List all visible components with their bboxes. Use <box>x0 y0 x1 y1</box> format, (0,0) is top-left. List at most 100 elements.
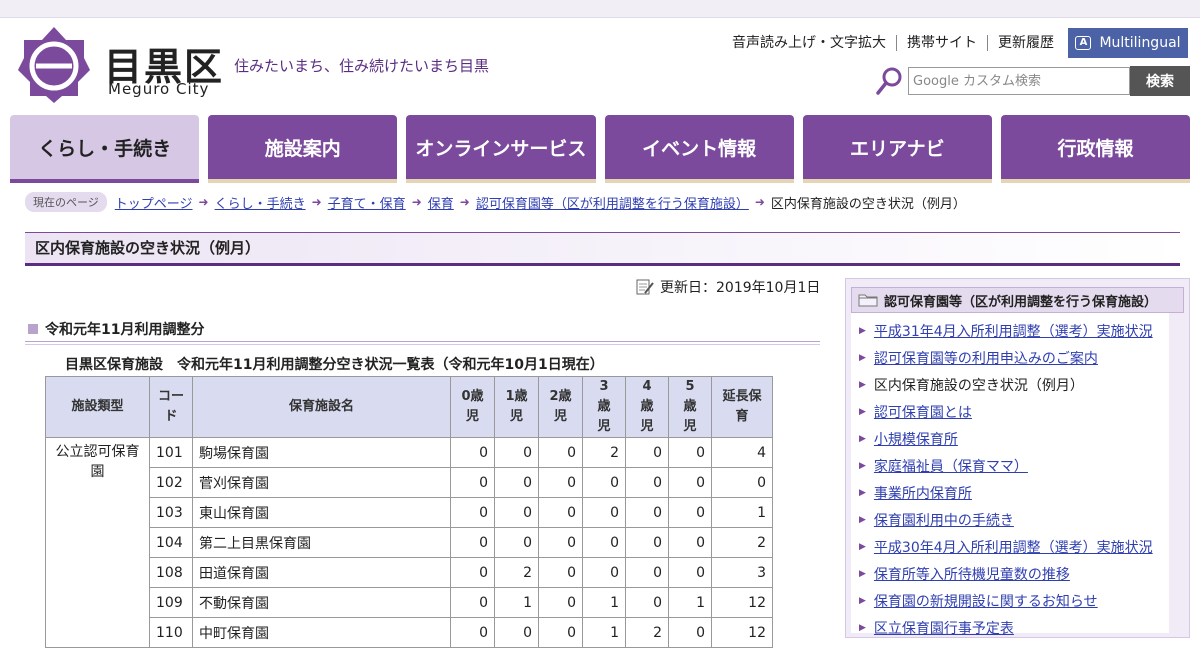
link-voice-text-size[interactable]: 音声読み上げ・文字拡大 <box>722 35 897 51</box>
tab-events[interactable]: イベント情報 <box>604 115 794 183</box>
vacancy-cell: 0 <box>668 497 712 528</box>
vacancy-cell: 0 <box>450 617 495 648</box>
breadcrumb: 現在のページ トップページ ➜ くらし・手続き ➜ 子育て・保育 ➜ 保育 ➜ … <box>25 192 966 212</box>
triangle-bullet-icon: ▶ <box>859 622 866 633</box>
vacancy-cell: 0 <box>538 437 583 468</box>
sidebar-item[interactable]: ▶ 認可保育園等の利用申込みのご案内 <box>851 344 1169 371</box>
code-cell: 102 <box>149 467 193 498</box>
vacancy-cell: 0 <box>450 527 495 558</box>
vacancy-cell: 0 <box>450 587 495 618</box>
search-bar: 検索 <box>874 66 1190 96</box>
vacancy-cell: 0 <box>494 497 539 528</box>
tab-administration[interactable]: 行政情報 <box>1000 115 1191 183</box>
sidebar-item[interactable]: ▶ 平成31年4月入所利用調整（選考）実施状況 <box>851 317 1169 344</box>
vacancy-cell: 0 <box>450 557 495 588</box>
sidebar-item[interactable]: ▶ 保育園の新規開設に関するお知らせ <box>851 587 1169 614</box>
vacancy-cell: 1 <box>494 587 539 618</box>
vacancy-cell: 12 <box>711 617 773 648</box>
vacancy-cell: 0 <box>668 557 712 588</box>
divider <box>25 344 820 345</box>
update-date-text: 更新日：2019年10月1日 <box>660 280 821 296</box>
sidebar-item-link[interactable]: 平成31年4月入所利用調整（選考）実施状況 <box>874 321 1153 341</box>
breadcrumb-link-life[interactable]: くらし・手続き <box>215 193 306 212</box>
site-header: 目黒区 Meguro City 住みたいまち、住み続けたいまち目黒 音声読み上げ… <box>0 18 1200 113</box>
arrow-right-icon: ➜ <box>411 195 422 209</box>
breadcrumb-link-childcare[interactable]: 子育て・保育 <box>328 193 406 212</box>
vacancy-cell: 0 <box>494 527 539 558</box>
vacancy-cell: 0 <box>711 467 773 498</box>
col-header-age4: 4歳児 <box>625 376 669 438</box>
sidebar-item-link[interactable]: 小規模保育所 <box>874 429 958 449</box>
arrow-right-icon: ➜ <box>754 195 765 209</box>
sidebar-item-link[interactable]: 家庭福祉員（保育ママ） <box>874 456 1028 476</box>
col-header-type: 施設類型 <box>45 376 150 438</box>
multilingual-label: Multilingual <box>1099 35 1181 51</box>
sidebar-item-link[interactable]: 保育園利用中の手続き <box>874 510 1014 530</box>
code-cell: 103 <box>149 497 193 528</box>
facility-type-cell: 公立認可保育園 <box>45 437 150 648</box>
search-input[interactable] <box>908 67 1130 95</box>
sidebar-item[interactable]: ▶ 認可保育園とは <box>851 398 1169 425</box>
sidebar-item-link[interactable]: 保育園の新規開設に関するお知らせ <box>874 591 1098 611</box>
table-caption: 目黒区保育施設 令和元年11月利用調整分空き状況一覧表（令和元年10月1日現在） <box>65 357 604 373</box>
vacancy-cell: 0 <box>538 497 583 528</box>
sidebar-item-link[interactable]: 認可保育園とは <box>874 402 972 422</box>
sidebar-item[interactable]: ▶ 平成30年4月入所利用調整（選考）実施状況 <box>851 533 1169 560</box>
vacancy-cell: 0 <box>668 527 712 558</box>
vacancy-cell: 0 <box>625 467 669 498</box>
breadcrumb-link-nursery[interactable]: 保育 <box>428 193 454 212</box>
vacancy-cell: 12 <box>711 587 773 618</box>
breadcrumb-link-top[interactable]: トップページ <box>115 193 193 212</box>
col-header-extended: 延長保育 <box>711 376 773 438</box>
facility-name-cell: 駒場保育園 <box>192 437 451 468</box>
triangle-bullet-icon: ▶ <box>859 487 866 498</box>
col-header-age0: 0歳児 <box>450 376 495 438</box>
sidebar-heading: 認可保育園等（区が利用調整を行う保育施設） <box>851 287 1184 313</box>
sidebar-heading-text: 認可保育園等（区が利用調整を行う保育施設） <box>884 294 1158 310</box>
link-mobile-site[interactable]: 携帯サイト <box>897 35 988 51</box>
vacancy-cell: 0 <box>582 497 626 528</box>
sidebar-item[interactable]: ▶ 保育所等入所待機児童数の推移 <box>851 560 1169 587</box>
sidebar-item-link[interactable]: 認可保育園等の利用申込みのご案内 <box>874 348 1098 368</box>
vacancy-cell: 0 <box>625 437 669 468</box>
sidebar-item-link[interactable]: 平成30年4月入所利用調整（選考）実施状況 <box>874 537 1153 557</box>
triangle-bullet-icon: ▶ <box>859 352 866 363</box>
vacancy-cell: 2 <box>625 617 669 648</box>
tab-life-procedures[interactable]: くらし・手続き <box>10 115 200 183</box>
sidebar-item[interactable]: ▶ 区立保育園行事予定表 <box>851 614 1169 641</box>
page-title: 区内保育施設の空き状況（例月） <box>25 232 1180 266</box>
vacancy-cell: 4 <box>711 437 773 468</box>
arrow-right-icon: ➜ <box>459 195 470 209</box>
vacancy-cell: 0 <box>538 617 583 648</box>
link-update-history[interactable]: 更新履歴 <box>988 35 1064 51</box>
sidebar-item-link[interactable]: 保育所等入所待機児童数の推移 <box>874 564 1070 584</box>
vacancy-cell: 0 <box>538 467 583 498</box>
sidebar-item[interactable]: ▶ 家庭福祉員（保育ママ） <box>851 452 1169 479</box>
sidebar-item-link[interactable]: 事業所内保育所 <box>874 483 972 503</box>
tab-facilities[interactable]: 施設案内 <box>208 115 398 183</box>
sidebar-item[interactable]: ▶ 事業所内保育所 <box>851 479 1169 506</box>
tab-online-services[interactable]: オンラインサービス <box>406 115 596 183</box>
sidebar-item-link[interactable]: 区立保育園行事予定表 <box>874 618 1014 638</box>
multilingual-button[interactable]: A Multilingual <box>1068 28 1188 58</box>
tab-area-navi[interactable]: エリアナビ <box>802 115 992 183</box>
meguro-emblem-icon[interactable] <box>18 26 90 104</box>
search-button[interactable]: 検索 <box>1130 66 1190 96</box>
code-cell: 108 <box>149 557 193 588</box>
triangle-bullet-icon: ▶ <box>859 514 866 525</box>
table-row: 102 菅刈保育園 0 0 0 0 0 0 0 <box>46 467 773 498</box>
vacancy-cell: 0 <box>538 587 583 618</box>
triangle-bullet-icon: ▶ <box>859 406 866 417</box>
col-header-name: 保育施設名 <box>192 376 451 438</box>
vacancy-cell: 2 <box>582 437 626 468</box>
table-row: 109 不動保育園 0 1 0 1 0 1 12 <box>46 587 773 618</box>
tagline: 住みたいまち、住み続けたいまち目黒 <box>234 57 490 75</box>
utility-links: 音声読み上げ・文字拡大 携帯サイト 更新履歴 A Multilingual <box>722 28 1188 58</box>
sidebar-item[interactable]: ▶ 保育園利用中の手続き <box>851 506 1169 533</box>
breadcrumb-link-licensed[interactable]: 認可保育園等（区が利用調整を行う保育施設） <box>476 193 749 212</box>
sidebar-item: ▶ 区内保育施設の空き状況（例月） <box>851 371 1169 398</box>
table-row: 104 第二上目黒保育園 0 0 0 0 0 0 2 <box>46 527 773 558</box>
logo-sub[interactable]: Meguro City <box>108 80 209 98</box>
table-row: 110 中町保育園 0 0 0 1 2 0 12 <box>46 617 773 648</box>
sidebar-item[interactable]: ▶ 小規模保育所 <box>851 425 1169 452</box>
